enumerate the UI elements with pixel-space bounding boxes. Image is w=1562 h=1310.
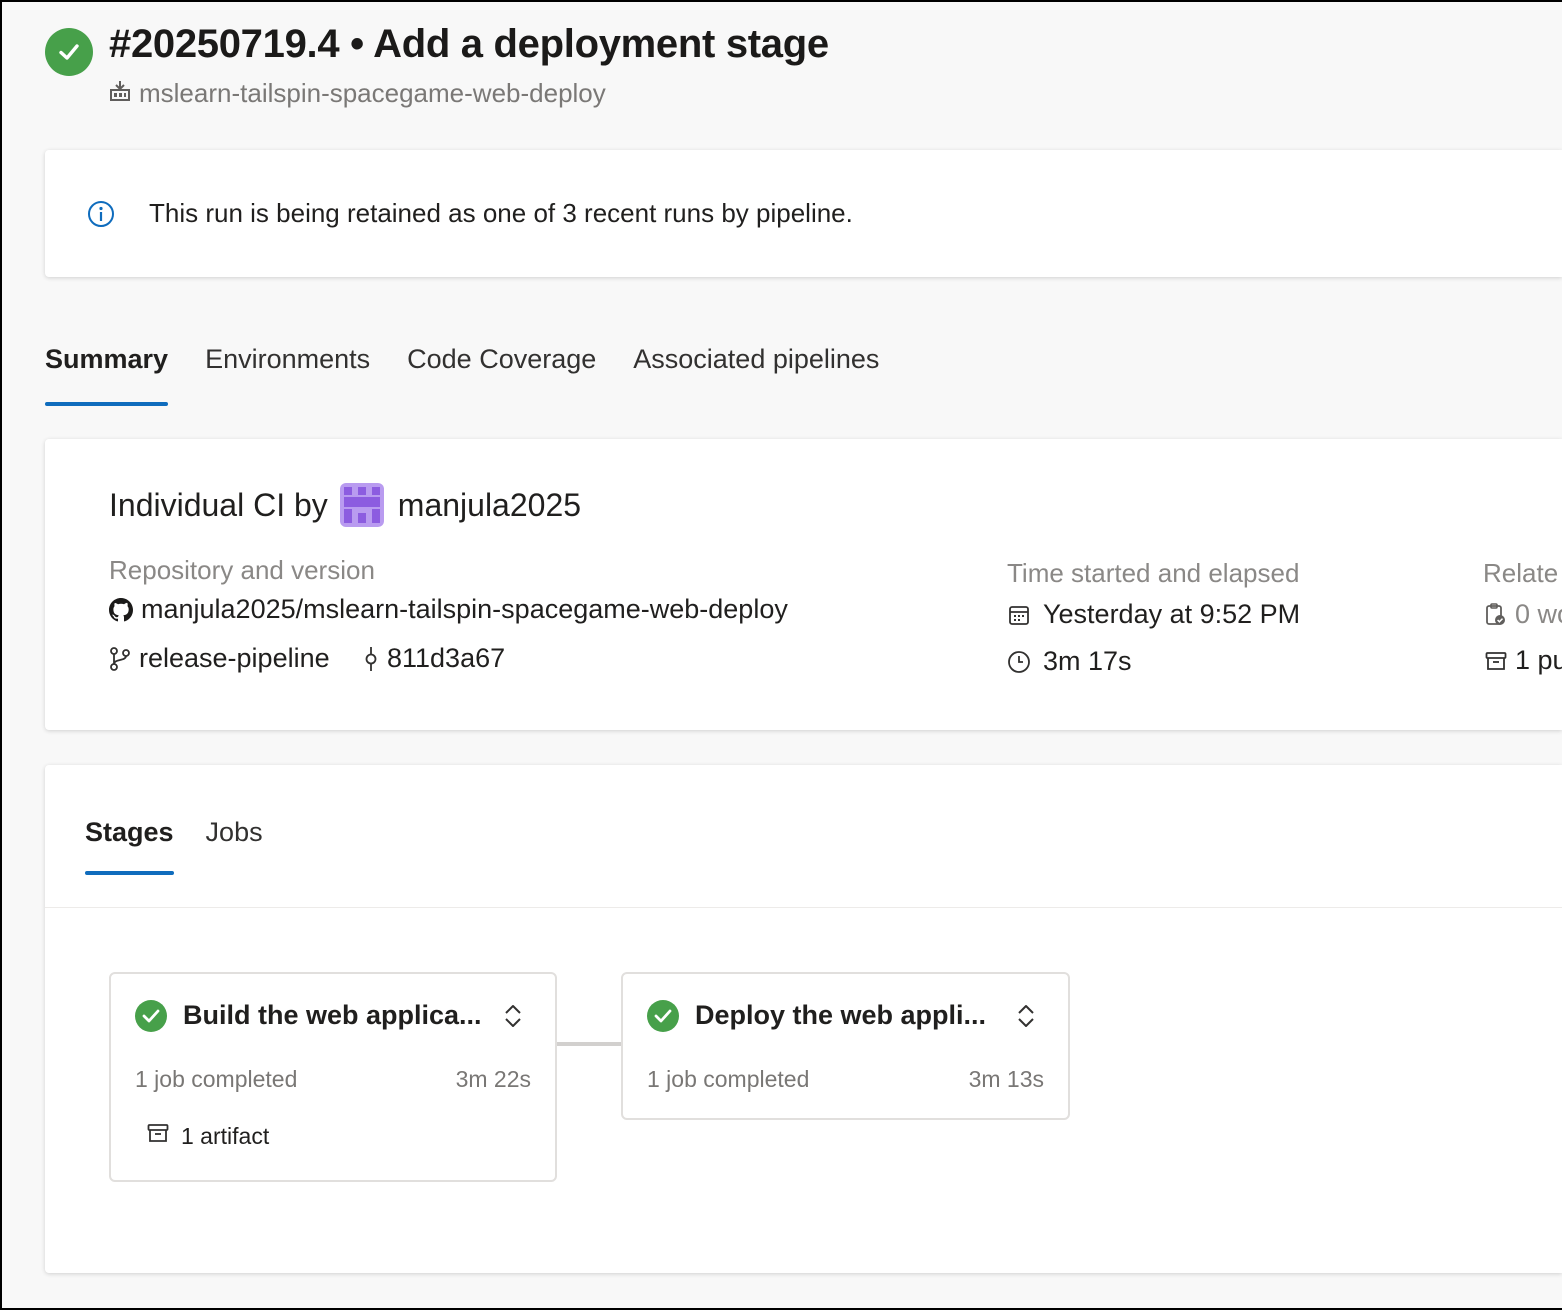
related-artifacts[interactable]: 1 pu — [1485, 645, 1562, 676]
related-published-text: 1 pu — [1515, 645, 1562, 675]
trigger-info: Individual CI by manjula2025 — [109, 483, 581, 527]
banner-text: This run is being retained as one of 3 r… — [149, 198, 853, 228]
stage-artifact-link[interactable]: 1 artifact — [147, 1122, 269, 1150]
started-row: Yesterday at 9:52 PM — [1007, 599, 1300, 630]
started-time: Yesterday at 9:52 PM — [1043, 599, 1301, 629]
retention-banner: This run is being retained as one of 3 r… — [45, 150, 1562, 277]
expand-collapse-icon[interactable] — [501, 1000, 525, 1032]
stage-jobs-status: 1 job completed — [647, 1066, 810, 1092]
stage-jobs-status: 1 job completed — [135, 1066, 298, 1092]
avatar[interactable] — [339, 483, 384, 527]
branch-icon — [109, 646, 131, 671]
pipeline-link[interactable]: mslearn-tailspin-spacegame-web-deploy — [109, 77, 606, 109]
stage-success-icon — [647, 1000, 679, 1032]
stages-card: Stages Jobs Build the web applica... 1 j… — [45, 765, 1562, 1273]
tab-code-coverage[interactable]: Code Coverage — [407, 340, 596, 406]
expand-collapse-icon[interactable] — [1014, 1000, 1038, 1032]
stage-card-deploy[interactable]: Deploy the web appli... 1 job completed … — [621, 972, 1070, 1120]
divider — [45, 907, 1562, 908]
tab-summary[interactable]: Summary — [45, 340, 169, 406]
stage-name: Deploy the web appli... — [695, 1000, 987, 1030]
commit-icon — [363, 646, 379, 672]
stage-name: Build the web applica... — [183, 1000, 482, 1030]
github-icon — [109, 597, 133, 622]
run-tabs: Summary Environments Code Coverage Assoc… — [45, 340, 916, 406]
tab-jobs[interactable]: Jobs — [206, 817, 263, 875]
related-work-text: 0 wo — [1515, 599, 1562, 629]
stage-duration: 3m 13s — [968, 1066, 1044, 1092]
stage-card-build[interactable]: Build the web applica... 1 job completed… — [109, 972, 557, 1182]
artifact-icon — [147, 1122, 169, 1150]
calendar-icon — [1007, 603, 1031, 627]
artifact-icon — [1485, 650, 1507, 672]
run-title: #20250719.4 • Add a deployment stage — [109, 22, 829, 66]
stage-duration: 3m 22s — [455, 1066, 531, 1092]
run-status-success-icon — [45, 28, 93, 76]
repo-label: Repository and version — [109, 555, 375, 585]
info-icon — [87, 200, 115, 233]
branch-row[interactable]: release-pipeline — [109, 643, 330, 674]
tab-associated-pipelines[interactable]: Associated pipelines — [633, 340, 879, 406]
elapsed-row: 3m 17s — [1007, 646, 1132, 677]
related-label: Relate — [1483, 558, 1559, 588]
stage-connector — [557, 1042, 621, 1046]
elapsed-time: 3m 17s — [1043, 646, 1132, 676]
tab-stages[interactable]: Stages — [85, 817, 174, 875]
related-work-items[interactable]: 0 wo — [1485, 599, 1562, 630]
branch-name: release-pipeline — [139, 643, 330, 673]
run-summary-card: Individual CI by manjula2025 Repository … — [45, 439, 1562, 730]
stage-success-icon — [135, 1000, 167, 1032]
commit-row[interactable]: 811d3a67 — [363, 643, 505, 674]
repo-name: manjula2025/mslearn-tailspin-spacegame-w… — [141, 594, 788, 624]
tab-environments[interactable]: Environments — [205, 340, 370, 406]
trigger-prefix: Individual CI by — [109, 486, 328, 523]
clock-icon — [1007, 650, 1031, 674]
time-label: Time started and elapsed — [1007, 558, 1300, 588]
stages-tabs: Stages Jobs — [85, 817, 295, 875]
repo-row[interactable]: manjula2025/mslearn-tailspin-spacegame-w… — [109, 594, 788, 625]
commit-id: 811d3a67 — [387, 643, 506, 673]
artifact-count: 1 artifact — [181, 1122, 270, 1149]
trigger-user[interactable]: manjula2025 — [398, 487, 581, 524]
pipeline-icon — [109, 78, 131, 109]
pipeline-name: mslearn-tailspin-spacegame-web-deploy — [139, 77, 606, 108]
work-item-icon — [1485, 602, 1507, 627]
